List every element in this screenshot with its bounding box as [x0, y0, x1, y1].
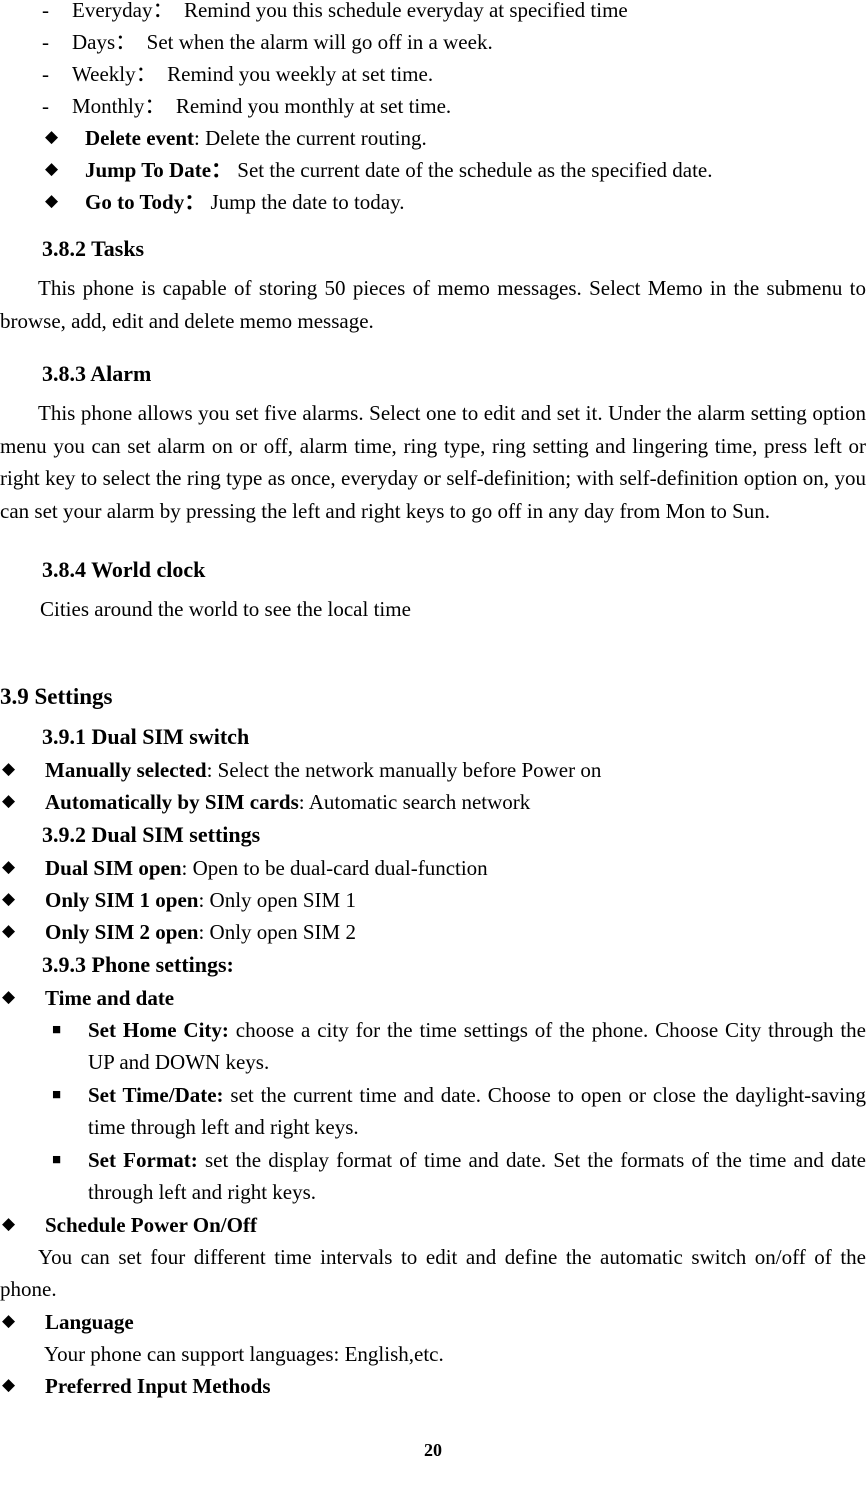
list-item: ◆ Jump To Date： Set the current date of … — [0, 154, 866, 186]
list-item-term: Delete event — [85, 126, 195, 150]
dash-bullet-icon: - — [42, 94, 49, 118]
list-item: ◆ Delete event: Delete the current routi… — [0, 122, 866, 154]
dash-bullet-icon: - — [42, 0, 49, 22]
list-item-label: Language — [45, 1309, 134, 1334]
list-item-desc: Remind you this schedule everyday at spe… — [183, 0, 628, 22]
list-item-term: Everyday： — [72, 0, 174, 22]
list-item-desc: Open to be dual-card dual-function — [192, 855, 488, 880]
diamond-bullet-icon: ◆ — [2, 1213, 16, 1233]
heading-dual-sim-settings: 3.9.2 Dual SIM settings — [42, 821, 261, 847]
diamond-bullet-icon: ◆ — [45, 159, 59, 178]
list-item-term: Set Time/Date: — [88, 1082, 224, 1107]
list-item-separator: : — [198, 887, 210, 912]
list-item-label: Schedule Power On/Off — [45, 1212, 257, 1237]
list-item-desc: Set when the alarm will go off in a week… — [146, 30, 493, 54]
list-item-desc: Remind you monthly at set time. — [175, 94, 452, 118]
list-item: - Days： Set when the alarm will go off i… — [0, 26, 866, 58]
heading-world-clock: 3.8.4 World clock — [42, 557, 206, 582]
list-item-term: Automatically by SIM cards — [45, 789, 299, 814]
list-item-term: Weekly： — [72, 62, 157, 86]
list-item-separator: : — [206, 757, 218, 782]
list-item-desc: Automatic search network — [308, 789, 531, 814]
list-item: ■ Set Time/Date: set the current time an… — [0, 1079, 866, 1144]
list-item-term: Go to Tody — [85, 190, 185, 214]
list-item: ■ Set Home City: choose a city for the t… — [0, 1014, 866, 1079]
diamond-bullet-icon: ◆ — [2, 986, 16, 1006]
list-item-desc: Jump the date to today. — [210, 190, 405, 214]
list-item: ◆ Only SIM 1 open: Only open SIM 1 — [0, 884, 866, 916]
square-bullet-icon: ■ — [52, 1151, 62, 1168]
list-item: ◆ Schedule Power On/Off — [0, 1209, 866, 1241]
paragraph-alarm: This phone allows you set five alarms. S… — [0, 401, 866, 523]
list-item-desc: set the display format of time and date.… — [88, 1147, 866, 1205]
heading-phone-settings: 3.9.3 Phone settings: — [42, 951, 234, 977]
diamond-bullet-icon: ◆ — [2, 1310, 16, 1330]
list-item-term: Only SIM 2 open — [45, 919, 199, 944]
diamond-bullet-icon: ◆ — [2, 920, 16, 940]
manual-page: - Everyday： Remind you this schedule eve… — [0, 0, 866, 1487]
dash-bullet-icon: - — [42, 62, 49, 86]
list-item: - Weekly： Remind you weekly at set time. — [0, 58, 866, 90]
square-bullet-icon: ■ — [52, 1021, 62, 1038]
list-item-term: Set Home City: — [88, 1017, 229, 1042]
paragraph-schedule-power: You can set four different time interval… — [0, 1244, 866, 1302]
list-item: ◆ Preferred Input Methods — [0, 1370, 866, 1402]
diamond-bullet-icon: ◆ — [2, 856, 16, 876]
diamond-bullet-icon: ◆ — [45, 127, 59, 146]
heading-settings: 3.9 Settings — [0, 683, 113, 709]
list-item: ◆ Dual SIM open: Open to be dual-card du… — [0, 852, 866, 884]
list-item-desc: Only open SIM 2 — [209, 919, 356, 944]
list-item-term: Set Format: — [88, 1147, 198, 1172]
paragraph-world-clock: Cities around the world to see the local… — [40, 597, 411, 621]
heading-dual-sim-switch: 3.9.1 Dual SIM switch — [42, 723, 250, 749]
list-item-term: Days： — [72, 30, 137, 54]
list-item-separator: : — [298, 789, 309, 814]
list-item-separator: ： — [184, 190, 206, 214]
list-item-label: Preferred Input Methods — [45, 1374, 271, 1398]
list-item-term: Monthly： — [72, 94, 166, 118]
diamond-bullet-icon: ◆ — [45, 191, 59, 210]
list-item-desc: Set the current date of the schedule as … — [237, 158, 713, 182]
paragraph-tasks: This phone is capable of storing 50 piec… — [0, 276, 866, 333]
diamond-bullet-icon: ◆ — [2, 758, 16, 778]
page-content: - Everyday： Remind you this schedule eve… — [0, 0, 866, 1402]
list-item: - Everyday： Remind you this schedule eve… — [0, 0, 866, 26]
heading-alarm: 3.8.3 Alarm — [42, 361, 152, 386]
list-item-term: Manually selected — [45, 757, 207, 782]
list-item-separator: : — [181, 855, 193, 880]
paragraph-language: Your phone can support languages: Englis… — [44, 1341, 444, 1366]
list-item: ◆ Language — [0, 1306, 866, 1338]
list-item-separator: : — [198, 919, 210, 944]
list-item-separator: ： — [211, 158, 233, 182]
heading-tasks: 3.8.2 Tasks — [42, 236, 145, 261]
list-item-label: Time and date — [45, 985, 175, 1010]
list-item: ◆ Automatically by SIM cards: Automatic … — [0, 786, 866, 818]
list-item-separator: : — [194, 126, 206, 150]
list-item-desc: Select the network manually before Power… — [217, 757, 602, 782]
list-item-desc: Remind you weekly at set time. — [167, 62, 434, 86]
dash-bullet-icon: - — [42, 30, 49, 54]
page-number: 20 — [424, 1440, 442, 1460]
diamond-bullet-icon: ◆ — [2, 1375, 16, 1394]
list-item-desc: Only open SIM 1 — [209, 887, 356, 912]
list-item: ◆ Manually selected: Select the network … — [0, 754, 866, 786]
list-item-term: Only SIM 1 open — [45, 887, 199, 912]
list-item: ◆ Go to Tody： Jump the date to today. — [0, 186, 866, 218]
list-item: ■ Set Format: set the display format of … — [0, 1144, 866, 1209]
list-item-desc: Delete the current routing. — [205, 126, 427, 150]
diamond-bullet-icon: ◆ — [2, 888, 16, 908]
list-item: ◆ Time and date — [0, 982, 866, 1014]
square-bullet-icon: ■ — [52, 1086, 62, 1103]
diamond-bullet-icon: ◆ — [2, 790, 16, 810]
list-item-term: Jump To Date — [85, 158, 212, 182]
list-item: - Monthly： Remind you monthly at set tim… — [0, 90, 866, 122]
list-item: ◆ Only SIM 2 open: Only open SIM 2 — [0, 916, 866, 948]
list-item-term: Dual SIM open — [45, 855, 182, 880]
